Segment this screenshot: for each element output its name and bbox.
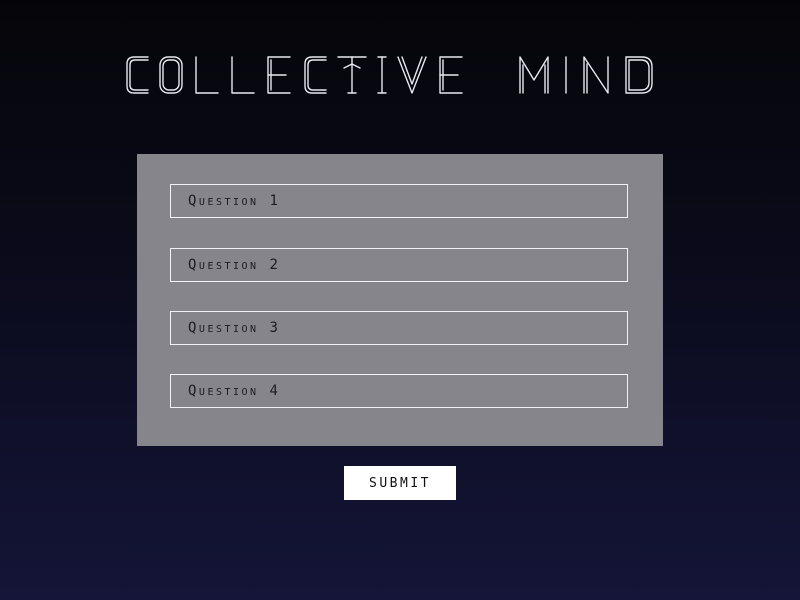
title-letter-c2 [304, 56, 327, 94]
title-letter-m [519, 56, 549, 94]
title-letter-l2 [231, 56, 255, 94]
title-letter-d [625, 56, 653, 94]
title-letter-l [195, 56, 219, 94]
questions-form [137, 154, 663, 446]
title-letter-c [126, 56, 149, 94]
title-letter-t [337, 56, 367, 94]
app-title-logo [126, 56, 653, 94]
question-2-field[interactable] [170, 248, 628, 282]
question-3-field[interactable] [170, 311, 628, 345]
title-letter-e [267, 56, 291, 94]
question-4-field[interactable] [170, 374, 628, 408]
question-3-input[interactable] [188, 312, 627, 344]
question-4-input[interactable] [188, 375, 627, 407]
title-letter-i [377, 56, 387, 94]
title-letter-e2 [439, 56, 463, 94]
question-1-field[interactable] [170, 184, 628, 218]
title-letter-v [397, 56, 427, 94]
app-title: COLLECTIVE MIND [120, 44, 680, 104]
question-1-input[interactable] [188, 185, 627, 217]
question-2-input[interactable] [188, 249, 627, 281]
title-letter-n [583, 56, 609, 94]
submit-button[interactable]: SUBMIT [344, 466, 456, 500]
title-letter-o [159, 56, 183, 94]
